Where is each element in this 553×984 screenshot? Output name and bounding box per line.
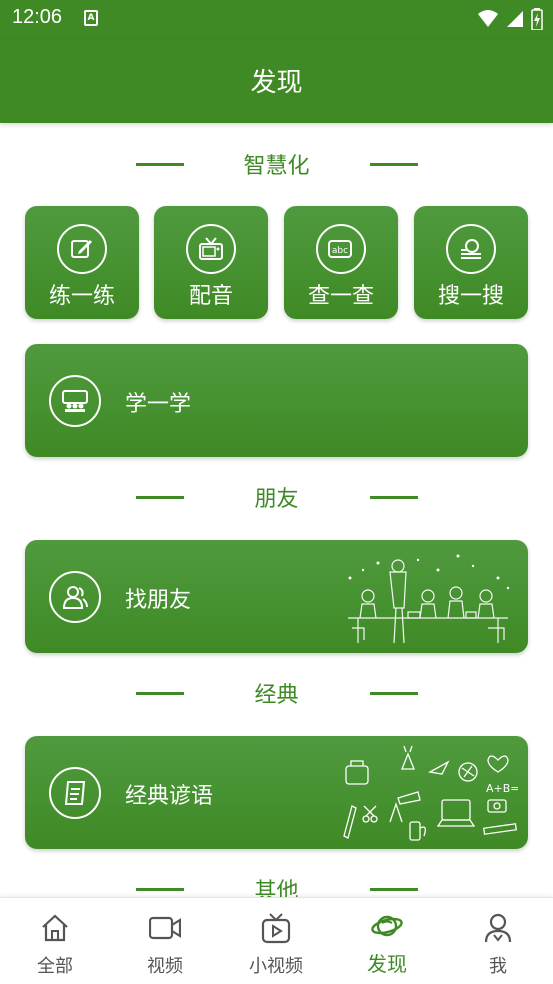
app-bar: 发现 [0,40,553,123]
tile-label: 练一练 [48,284,115,309]
tab-label: 小视频 [249,956,303,977]
card-learn[interactable]: 学一学 [25,344,528,457]
page-title: 发现 [250,68,303,98]
tab-video[interactable]: 视频 [110,898,220,984]
bottom-tab-bar: 全部 视频 小视频 发现 我 [0,897,553,984]
card-label: 学一学 [125,392,192,417]
section-header-classic: 经典 [0,678,553,708]
profile-icon [484,913,512,943]
tile-label: 查一查 [307,284,374,309]
divider [369,887,418,891]
tile-practice[interactable]: 练一练 [25,206,139,319]
card-find-friends[interactable]: 找朋友 [25,540,528,653]
card-label: 找朋友 [125,588,192,613]
small-video-icon [261,913,291,944]
tv-icon [186,224,236,274]
tile-lookup[interactable]: abc 查一查 [284,206,398,319]
card-label: 经典谚语 [125,784,214,809]
abc-icon: abc [316,224,366,274]
tab-label: 全部 [37,956,73,977]
abc-formula-text: A+B=C [486,782,518,795]
svg-text:abc: abc [332,246,348,256]
divider [135,162,184,166]
divider [135,495,184,499]
divider [135,887,184,891]
planet-icon [371,915,403,937]
tile-label: 配音 [188,284,233,309]
divider [369,495,418,499]
tab-me[interactable]: 我 [443,898,553,984]
divider [135,691,184,695]
section-header-smart: 智慧化 [0,149,553,179]
signal-icon [507,11,523,27]
tab-discover[interactable]: 发现 [332,898,442,984]
people-meeting-illustration [348,554,510,644]
home-icon [42,914,68,942]
section-label: 朋友 [254,487,299,512]
tile-dubbing[interactable]: 配音 [154,206,268,319]
divider [369,162,418,166]
people-icon [49,571,101,623]
tab-label: 我 [489,956,507,977]
scroll-icon [49,767,101,819]
section-label: 经典 [254,683,299,708]
section-header-friends: 朋友 [0,482,553,512]
wifi-icon [478,10,498,27]
tile-search[interactable]: 搜一搜 [414,206,528,319]
status-bar: 12:06 A [0,0,553,40]
tile-label: 搜一搜 [437,284,504,309]
divider [369,691,418,695]
card-classic-proverbs[interactable]: 经典谚语 A+B=C [25,736,528,849]
edit-icon [57,224,107,274]
status-time: 12:06 [12,6,63,28]
section-label: 智慧化 [243,154,310,179]
search-icon [446,224,496,274]
tab-label: 发现 [367,952,407,976]
classroom-icon [49,375,101,427]
tab-all[interactable]: 全部 [0,898,110,984]
notification-a-icon: A [84,10,98,26]
tab-label: 视频 [147,956,183,977]
system-icons [477,8,543,30]
school-supplies-illustration: A+B=C [343,745,518,841]
tab-small-video[interactable]: 小视频 [221,898,331,984]
battery-icon [531,8,543,30]
video-camera-icon [149,916,181,940]
